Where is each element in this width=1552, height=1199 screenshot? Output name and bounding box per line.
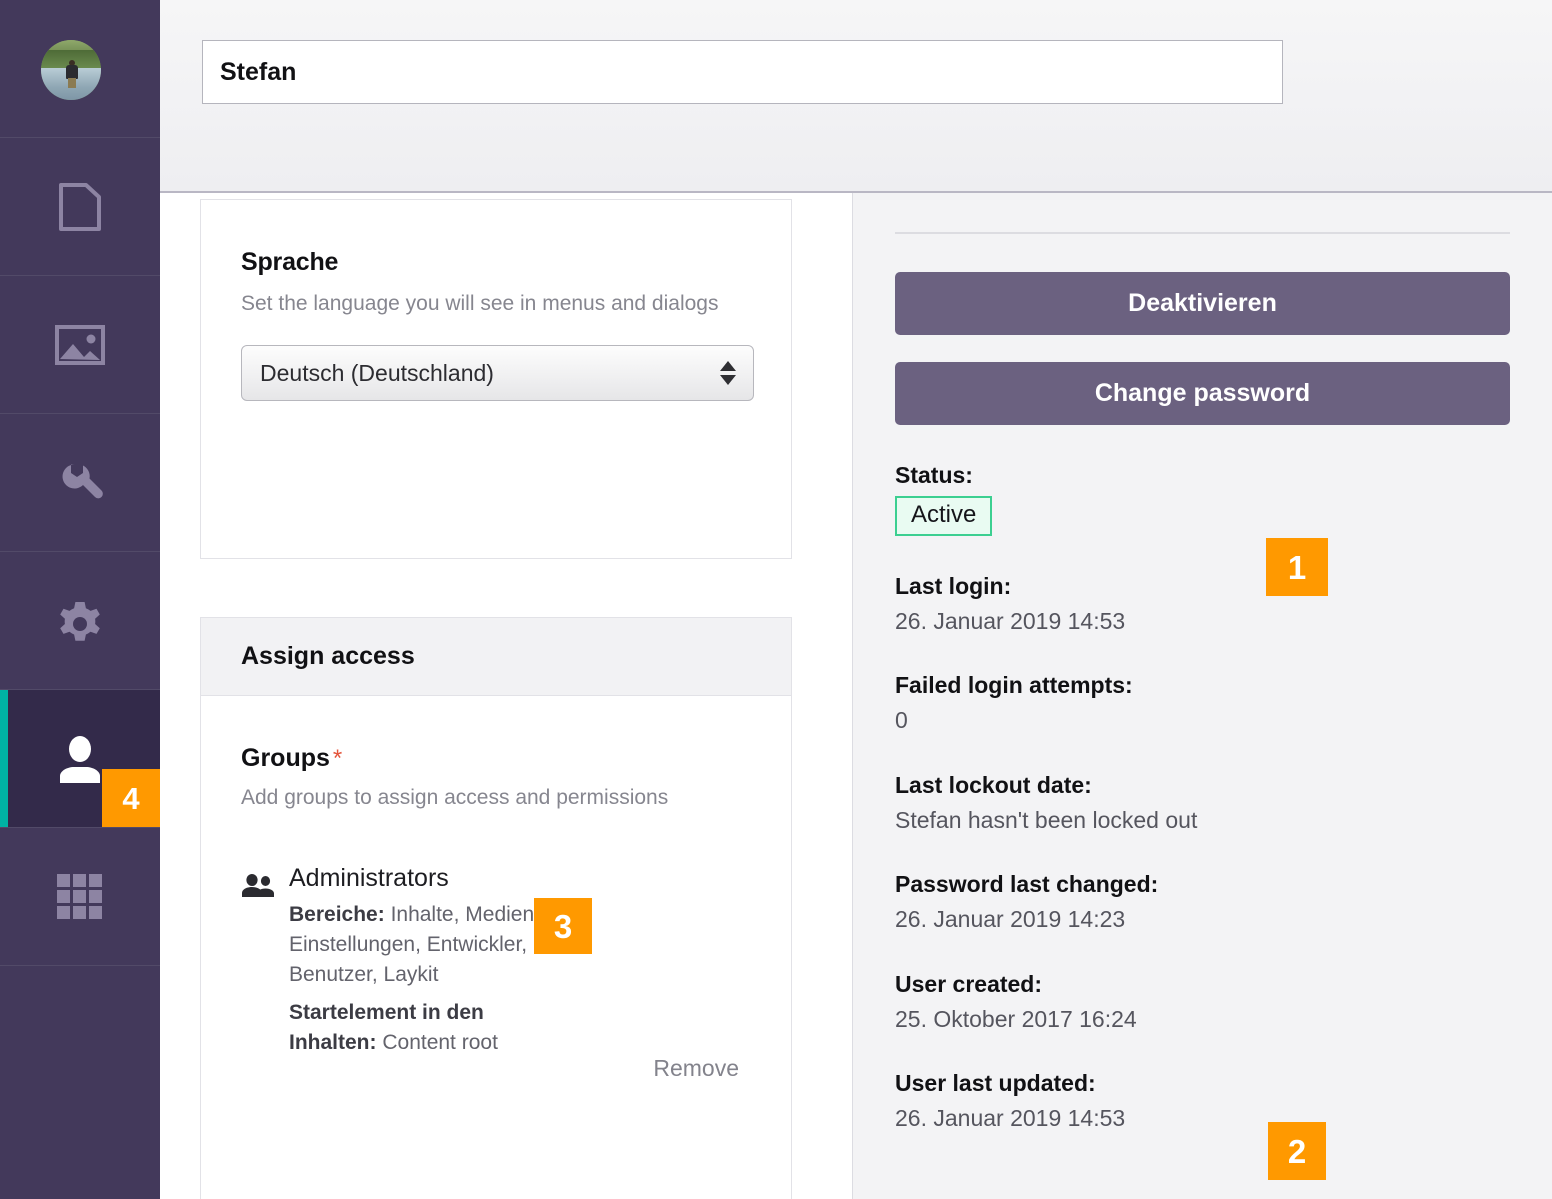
status-badge: Active [895,495,993,536]
document-icon [58,182,102,232]
deactivate-button[interactable]: Deaktivieren [895,272,1510,335]
assign-access-header: Assign access [201,618,791,696]
annotation-marker-2: 2 [1268,1122,1326,1180]
wrench-icon [55,458,105,508]
info-value-last-lockout: Stefan hasn't been locked out [895,806,1198,833]
sidebar: 4 [0,0,160,1199]
group-start-node-value: Content root [382,1030,498,1054]
user-name-input[interactable] [202,40,1283,104]
annotation-marker-1: 1 [1266,538,1328,596]
sidebar-item-users[interactable]: 4 [0,690,160,828]
language-select[interactable]: Deutsch (Deutschland) [241,344,754,401]
group-details: Administrators Bereiche: Inhalte, Medien… [289,864,751,1058]
sidebar-item-laykit[interactable] [0,828,160,966]
group-sections-key: Bereiche: [289,903,385,927]
info-key-last-lockout: Last lockout date: [895,771,1092,798]
user-info-panel: Deaktivieren Change password Status: Act… [853,193,1552,1199]
info-value-password-changed: 26. Januar 2019 14:23 [895,906,1126,932]
assign-access-title: Assign access [241,642,415,670]
content-split: Sprache Set the language you will see in… [160,193,1552,1199]
language-card: Sprache Set the language you will see in… [200,199,792,559]
language-title: Sprache [241,248,339,276]
assign-access-body: Groups * Add groups to assign access and … [201,696,791,1081]
sidebar-item-media[interactable] [0,276,160,414]
avatar-photo-person-legs [68,78,76,88]
status-block: Status: Active [895,461,1510,536]
active-accent-bar [0,690,8,827]
users-group-icon [241,865,289,904]
panel-divider [895,232,1510,234]
image-icon [54,324,106,366]
info-last-login: Last login: 26. Januar 2019 14:53 [895,572,1510,636]
info-user-created: User created: 25. Oktober 2017 16:24 [895,970,1510,1034]
info-value-failed-login: 0 [895,707,908,733]
info-value-user-updated: 26. Januar 2019 14:53 [895,1105,1126,1131]
group-sections: Bereiche: Inhalte, Medien, Einstellungen… [289,900,559,989]
groups-label: Groups * [241,744,751,773]
info-key-user-updated: User last updated: [895,1070,1096,1097]
info-key-last-login: Last login: [895,572,1012,599]
grid-icon [56,873,104,921]
user-info-inner: Deaktivieren Change password Status: Act… [853,193,1552,1133]
info-key-password-changed: Password last changed: [895,871,1159,898]
groups-description: Add groups to assign access and permissi… [241,786,669,809]
avatar-photo-person-body [66,65,78,79]
status-key: Status: [895,462,973,488]
avatar[interactable] [41,40,101,100]
annotation-marker-3: 3 [534,898,592,954]
group-start-node: Startelement in den Inhalten: Content ro… [289,998,559,1058]
info-user-updated: User last updated: 26. Januar 2019 14:53 [895,1069,1510,1133]
language-card-body: Sprache Set the language you will see in… [201,200,791,401]
language-description: Set the language you will see in menus a… [241,292,719,315]
info-value-last-login: 26. Januar 2019 14:53 [895,607,1126,634]
group-list-item: Administrators Bereiche: Inhalte, Medien… [241,864,751,1081]
user-icon [54,733,106,785]
info-key-failed-login: Failed login attempts: [895,672,1133,699]
page-header [160,0,1552,193]
gear-icon [55,596,105,646]
sidebar-item-settings[interactable] [0,414,160,552]
change-password-button[interactable]: Change password [895,362,1510,425]
info-key-user-created: User created: [895,970,1043,997]
settings-column: Sprache Set the language you will see in… [160,193,853,1199]
assign-access-card: Assign access Groups * Add groups to assi… [200,617,792,1199]
language-select-wrap: Deutsch (Deutschland) [241,344,754,401]
app-root: 4 Stefan Sprache Set the language you wi… [0,0,1552,1199]
info-password-changed: Password last changed: 26. Januar 2019 1… [895,870,1510,934]
main-area: Sprache Set the language you will see in… [160,0,1552,1199]
sidebar-badge-users: 4 [102,769,160,827]
group-name[interactable]: Administrators [289,864,449,893]
sidebar-item-content[interactable] [0,138,160,276]
groups-label-text: Groups [241,744,330,772]
info-value-user-created: 25. Oktober 2017 16:24 [895,1005,1137,1032]
sidebar-avatar-cell[interactable] [0,0,160,138]
info-failed-login-attempts: Failed login attempts: 0 [895,671,1510,735]
required-asterisk: * [332,745,343,772]
info-last-lockout: Last lockout date: Stefan hasn't been lo… [895,771,1510,835]
sidebar-item-developer[interactable] [0,552,160,690]
remove-group-link[interactable]: Remove [653,1055,739,1082]
